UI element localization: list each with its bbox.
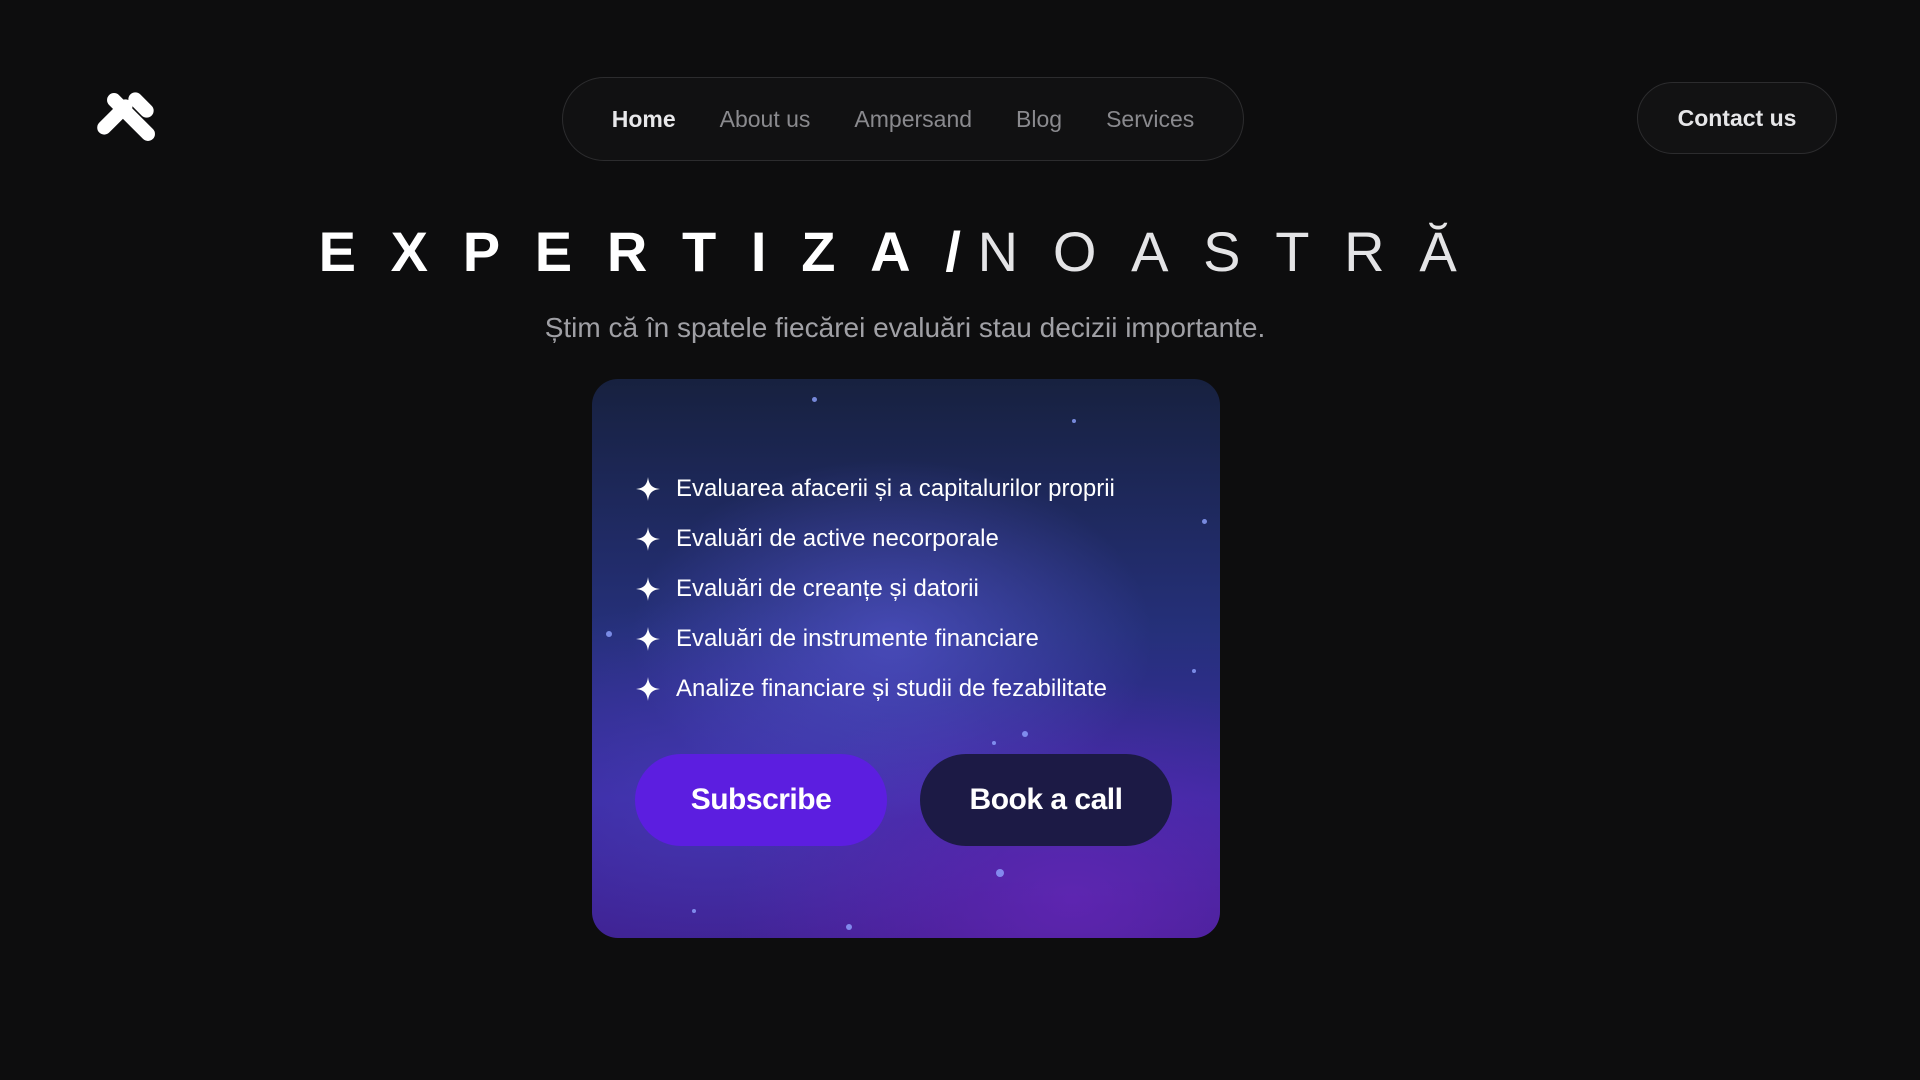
nav-item-services[interactable]: Services — [1106, 106, 1194, 133]
list-item-label: Analize financiare și studii de fezabili… — [676, 675, 1107, 702]
main-nav: Home About us Ampersand Blog Services — [562, 77, 1244, 161]
subscribe-button[interactable]: Subscribe — [635, 754, 887, 846]
background-star — [1022, 731, 1028, 737]
list-item: Analize financiare și studii de fezabili… — [636, 664, 1115, 714]
background-star — [1202, 519, 1207, 524]
list-item: Evaluări de active necorporale — [636, 514, 1115, 564]
list-item-label: Evaluări de instrumente financiare — [676, 625, 1039, 652]
sparkle-icon — [636, 677, 660, 701]
background-star — [692, 909, 696, 913]
services-list: Evaluarea afacerii și a capitalurilor pr… — [636, 464, 1115, 714]
background-star — [846, 924, 852, 930]
list-item-label: Evaluări de active necorporale — [676, 525, 999, 552]
list-item: Evaluări de instrumente financiare — [636, 614, 1115, 664]
page-subtitle: Știm că în spatele fiecărei evaluări sta… — [544, 312, 1266, 343]
list-item-label: Evaluări de creanțe și datorii — [676, 575, 979, 602]
list-item: Evaluarea afacerii și a capitalurilor pr… — [636, 464, 1115, 514]
sparkle-icon — [636, 577, 660, 601]
background-star — [606, 631, 612, 637]
page-title-bold: EXPERTIZA — [318, 220, 946, 283]
nav-item-about-us[interactable]: About us — [720, 106, 811, 133]
list-item-label: Evaluarea afacerii și a capitalurilor pr… — [676, 475, 1115, 502]
page-title: EXPERTIZA/NOASTRĂ — [0, 216, 1810, 288]
background-star — [1192, 669, 1196, 673]
book-a-call-button[interactable]: Book a call — [920, 754, 1172, 846]
nav-item-ampersand[interactable]: Ampersand — [854, 106, 972, 133]
list-item: Evaluări de creanțe și datorii — [636, 564, 1115, 614]
contact-us-button[interactable]: Contact us — [1637, 82, 1837, 154]
page-title-slash: / — [945, 220, 978, 283]
background-star — [996, 869, 1004, 877]
page-title-light: NOASTRĂ — [977, 220, 1492, 283]
sparkle-icon — [636, 627, 660, 651]
background-star — [812, 397, 817, 402]
brand-logo-icon[interactable] — [96, 88, 160, 148]
background-star — [992, 741, 996, 745]
services-card: Evaluarea afacerii și a capitalurilor pr… — [592, 379, 1220, 938]
sparkle-icon — [636, 527, 660, 551]
nav-item-blog[interactable]: Blog — [1016, 106, 1062, 133]
background-star — [1072, 419, 1076, 423]
sparkle-icon — [636, 477, 660, 501]
page: Home About us Ampersand Blog Services Co… — [0, 0, 1920, 1080]
nav-item-home[interactable]: Home — [612, 106, 676, 133]
